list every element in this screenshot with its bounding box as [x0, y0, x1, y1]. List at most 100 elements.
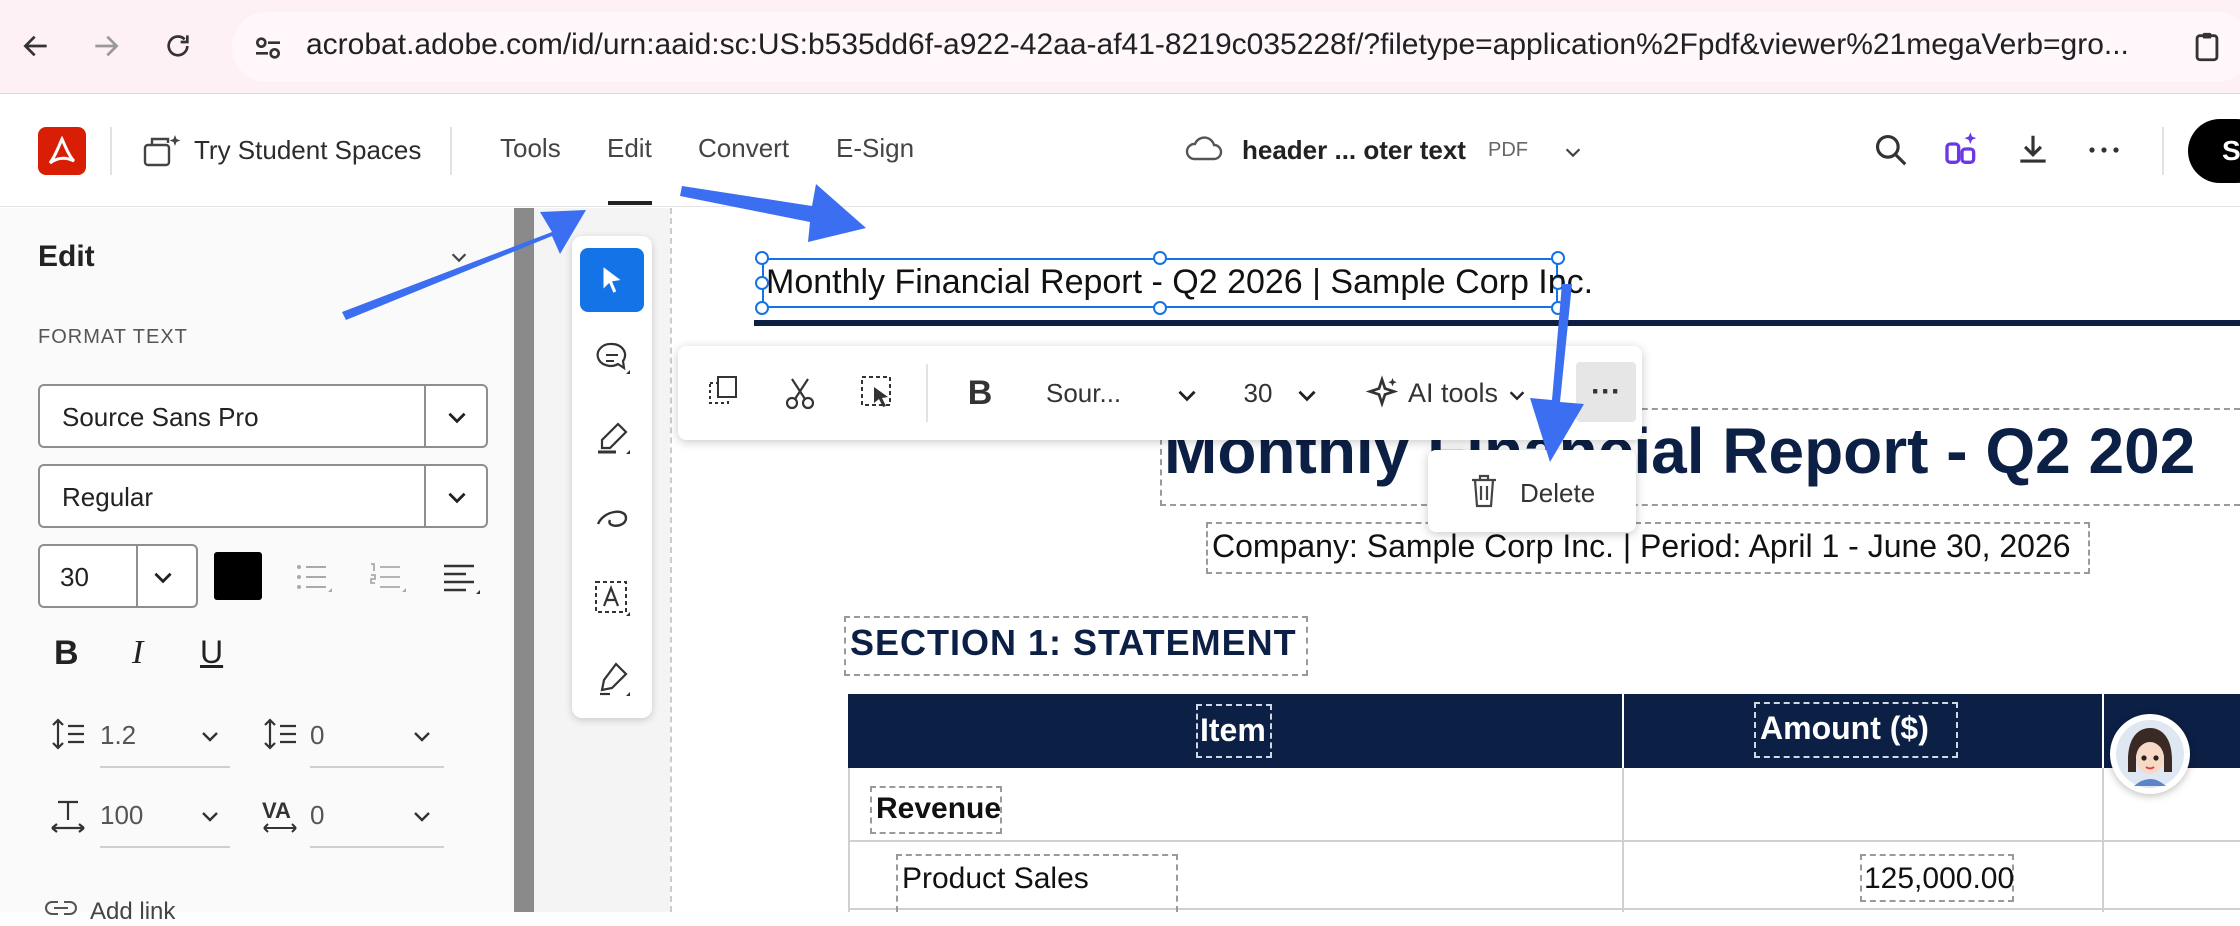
- section-heading[interactable]: SECTION 1: STATEMENT: [850, 622, 1297, 664]
- draw-tool-button[interactable]: [580, 486, 644, 550]
- select-tool-button[interactable]: [580, 248, 644, 312]
- forward-arrow-icon: [95, 35, 119, 57]
- delete-menu-item[interactable]: Delete: [1428, 450, 1636, 532]
- forward-button[interactable]: [84, 24, 128, 68]
- back-arrow-icon: [23, 35, 47, 57]
- url-text[interactable]: acrobat.adobe.com/id/urn:aaid:sc:US:b535…: [306, 28, 2129, 62]
- numbered-list-icon[interactable]: [368, 558, 408, 598]
- signature-pen-icon: [600, 662, 630, 696]
- menu-edit[interactable]: Edit: [607, 133, 652, 164]
- align-left-icon[interactable]: [440, 558, 482, 598]
- freehand-draw-icon: [596, 510, 628, 527]
- horizontal-scale-select[interactable]: 100: [100, 786, 230, 848]
- company-line[interactable]: Company: Sample Corp Inc. | Period: Apri…: [1212, 528, 2071, 565]
- chevron-down-icon[interactable]: [1562, 141, 1584, 163]
- copy-button[interactable]: [692, 358, 756, 428]
- reload-icon: [167, 35, 189, 57]
- copy-icon: [709, 376, 737, 404]
- bulleted-list-icon[interactable]: [294, 558, 334, 598]
- divider: [136, 546, 138, 606]
- avatar-face-icon: [2116, 720, 2184, 788]
- chevron-down-icon: [448, 492, 466, 504]
- resize-handle[interactable]: [755, 301, 769, 315]
- font-family-value: Source Sans Pro: [62, 402, 259, 432]
- text-color-swatch[interactable]: [214, 552, 262, 600]
- link-icon: [45, 901, 77, 915]
- chevron-down-icon: [414, 812, 430, 822]
- more-options-icon[interactable]: [2086, 135, 2122, 165]
- horizontal-scale-icon: [51, 800, 85, 833]
- divider: [424, 386, 426, 446]
- character-spacing-select[interactable]: 0: [310, 786, 444, 848]
- line-spacing-select[interactable]: 1.2: [100, 706, 230, 768]
- highlight-tool-button[interactable]: [580, 406, 644, 470]
- character-spacing-value: 0: [310, 800, 325, 830]
- document-type-label: PDF: [1488, 139, 1528, 161]
- italic-button[interactable]: I: [132, 634, 143, 672]
- sign-in-button[interactable]: S: [2188, 119, 2240, 183]
- bold-button[interactable]: B: [54, 634, 79, 673]
- panel-title: Edit: [38, 240, 95, 273]
- site-settings-icon[interactable]: [252, 32, 284, 64]
- reload-button[interactable]: [156, 24, 200, 68]
- ai-tools-label: AI tools: [1408, 377, 1499, 408]
- table-row-label[interactable]: Revenue: [876, 792, 1001, 826]
- chevron-down-icon[interactable]: [1294, 382, 1320, 408]
- more-button[interactable]: ···: [1576, 362, 1636, 422]
- table-row-amount[interactable]: 125,000.00: [1864, 862, 2014, 896]
- menu-esign[interactable]: E-Sign: [836, 133, 914, 164]
- table-header-amount[interactable]: Amount ($): [1760, 710, 1929, 747]
- comment-icon: [596, 342, 630, 374]
- font-style-value: Regular: [62, 482, 154, 512]
- panel-scrollbar[interactable]: [514, 208, 534, 912]
- select-area-icon: [861, 376, 891, 407]
- table-header-item[interactable]: Item: [1200, 712, 1266, 749]
- ai-tools-button[interactable]: AI tools: [1364, 358, 1528, 428]
- text-box-tool-button[interactable]: [580, 566, 644, 630]
- student-spaces-icon: [143, 135, 181, 167]
- cut-button[interactable]: [768, 358, 832, 428]
- resize-handle[interactable]: [1551, 301, 1565, 315]
- acrobat-logo[interactable]: [38, 127, 86, 175]
- document-name[interactable]: header ... oter text: [1242, 135, 1466, 166]
- font-select[interactable]: Sour...: [1026, 358, 1186, 428]
- clipboard-icon[interactable]: [2190, 30, 2224, 64]
- character-spacing-icon: VA: [262, 798, 291, 823]
- column-divider: [2102, 694, 2104, 768]
- divider: [110, 127, 112, 175]
- search-icon[interactable]: [1872, 131, 1910, 169]
- highlighter-icon: [598, 422, 630, 454]
- assistant-avatar[interactable]: [2110, 714, 2190, 794]
- font-style-select[interactable]: Regular: [38, 464, 488, 528]
- back-button[interactable]: [14, 24, 58, 68]
- add-link-button[interactable]: Add link: [90, 898, 175, 926]
- ai-sparkle-icon: [1365, 375, 1399, 408]
- chevron-down-icon: [154, 572, 172, 584]
- select-area-button[interactable]: [846, 358, 910, 428]
- divider: [926, 364, 928, 422]
- sign-tool-button[interactable]: [580, 646, 644, 710]
- context-menu: Delete: [1428, 450, 1636, 532]
- size-select[interactable]: 30: [1228, 358, 1288, 428]
- menu-convert[interactable]: Convert: [698, 133, 789, 164]
- menu-tools[interactable]: Tools: [500, 133, 561, 164]
- chevron-down-icon[interactable]: [1174, 382, 1200, 408]
- comment-tool-button[interactable]: [580, 326, 644, 390]
- ai-assistant-icon[interactable]: [1942, 129, 1982, 169]
- chevron-down-icon: [448, 412, 466, 424]
- font-family-select[interactable]: Source Sans Pro: [38, 384, 488, 448]
- resize-handle[interactable]: [1153, 301, 1167, 315]
- underline-button[interactable]: U: [200, 634, 223, 671]
- font-size-select[interactable]: 30: [38, 544, 198, 608]
- download-icon[interactable]: [2014, 131, 2052, 169]
- table-row-label[interactable]: Product Sales: [902, 862, 1089, 896]
- chevron-down-icon[interactable]: [1506, 384, 1528, 406]
- cloud-icon: [1185, 136, 1223, 161]
- try-student-spaces-button[interactable]: Try Student Spaces: [194, 135, 421, 166]
- paragraph-spacing-select[interactable]: 0: [310, 706, 444, 768]
- collapse-panel-icon[interactable]: [448, 246, 470, 268]
- table-header-row: [848, 694, 2240, 768]
- pointer-icon: [603, 267, 621, 293]
- bold-button[interactable]: B: [948, 358, 1012, 428]
- header-text[interactable]: Monthly Financial Report - Q2 2026 | Sam…: [766, 263, 1593, 302]
